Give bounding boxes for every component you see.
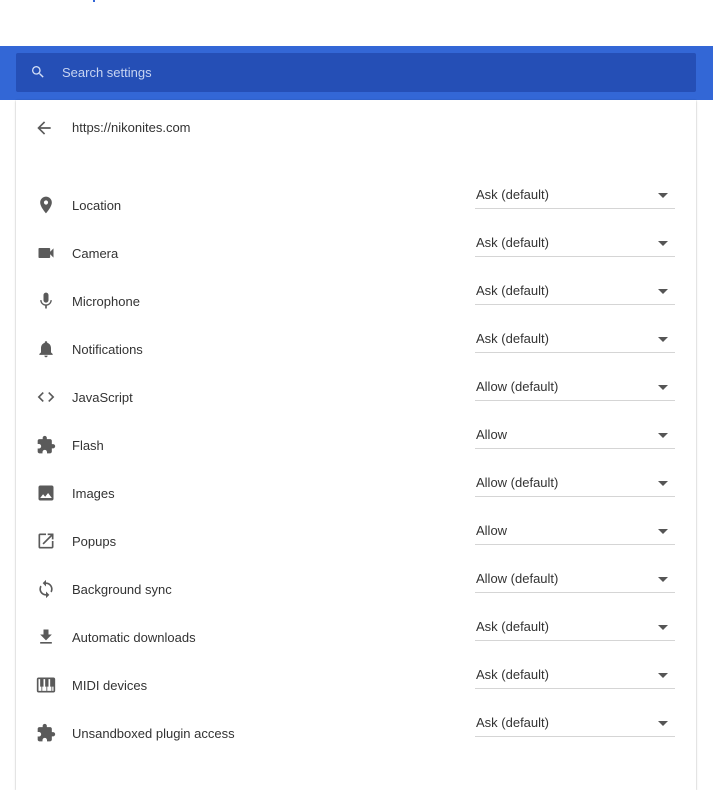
site-settings-card: https://nikonites.com Location Ask (defa… bbox=[16, 100, 696, 790]
permission-value: Allow (default) bbox=[476, 475, 559, 490]
search-icon bbox=[30, 64, 46, 80]
permission-label: Automatic downloads bbox=[72, 630, 196, 645]
permission-row-automatic-downloads: Automatic downloads Ask (default) bbox=[16, 614, 696, 662]
permission-row-images: Images Allow (default) bbox=[16, 470, 696, 518]
permission-select-unsandboxed-plugin-access[interactable]: Ask (default) bbox=[475, 712, 675, 737]
permission-select-javascript[interactable]: Allow (default) bbox=[475, 376, 675, 401]
permission-label: Location bbox=[72, 198, 122, 213]
puzzle-icon bbox=[36, 435, 56, 455]
permission-value: Ask (default) bbox=[476, 667, 549, 682]
permission-row-unsandboxed-plugin-access: Unsandboxed plugin access Ask (default) bbox=[16, 710, 696, 758]
open-in-new-icon bbox=[36, 531, 56, 551]
chevron-down-icon bbox=[658, 193, 668, 198]
top-link-fragment bbox=[93, 0, 95, 2]
puzzle-icon bbox=[36, 723, 56, 743]
piano-icon bbox=[36, 675, 56, 695]
chevron-down-icon bbox=[658, 529, 668, 534]
permission-row-popups: Popups Allow bbox=[16, 518, 696, 566]
permission-value: Allow bbox=[476, 523, 508, 538]
chevron-down-icon bbox=[658, 433, 668, 438]
chevron-down-icon bbox=[658, 289, 668, 294]
permission-label: Notifications bbox=[72, 342, 143, 357]
permission-value: Allow (default) bbox=[476, 379, 559, 394]
permission-select-microphone[interactable]: Ask (default) bbox=[475, 280, 675, 305]
permission-select-popups[interactable]: Allow bbox=[475, 520, 675, 545]
permission-row-javascript: JavaScript Allow (default) bbox=[16, 374, 696, 422]
code-icon bbox=[36, 387, 56, 407]
permission-label: Images bbox=[72, 486, 115, 501]
permission-row-background-sync: Background sync Allow (default) bbox=[16, 566, 696, 614]
permission-select-images[interactable]: Allow (default) bbox=[475, 472, 675, 497]
permission-select-location[interactable]: Ask (default) bbox=[475, 184, 675, 209]
permission-value: Allow bbox=[476, 427, 508, 442]
permission-label: Popups bbox=[72, 534, 117, 549]
chevron-down-icon bbox=[658, 577, 668, 582]
permission-label: MIDI devices bbox=[72, 678, 148, 693]
chevron-down-icon bbox=[658, 481, 668, 486]
permission-select-midi-devices[interactable]: Ask (default) bbox=[475, 664, 675, 689]
camera-icon bbox=[36, 243, 56, 263]
permission-value: Ask (default) bbox=[476, 283, 549, 298]
permission-value: Ask (default) bbox=[476, 187, 549, 202]
chevron-down-icon bbox=[658, 673, 668, 678]
chevron-down-icon bbox=[658, 241, 668, 246]
permission-value: Ask (default) bbox=[476, 331, 549, 346]
permission-label: Flash bbox=[72, 438, 104, 453]
search-bar[interactable] bbox=[16, 53, 696, 92]
permission-value: Ask (default) bbox=[476, 235, 549, 250]
site-url: https://nikonites.com bbox=[72, 120, 191, 135]
permission-select-automatic-downloads[interactable]: Ask (default) bbox=[475, 616, 675, 641]
chevron-down-icon bbox=[658, 721, 668, 726]
permission-select-background-sync[interactable]: Allow (default) bbox=[475, 568, 675, 593]
bell-icon bbox=[36, 339, 56, 359]
chevron-down-icon bbox=[658, 337, 668, 342]
image-icon bbox=[36, 483, 56, 503]
chevron-down-icon bbox=[658, 625, 668, 630]
download-icon bbox=[36, 627, 56, 647]
permission-row-notifications: Notifications Ask (default) bbox=[16, 326, 696, 374]
permission-label: Microphone bbox=[72, 294, 140, 309]
chevron-down-icon bbox=[658, 385, 668, 390]
permission-select-flash[interactable]: Allow bbox=[475, 424, 675, 449]
permission-label: Background sync bbox=[72, 582, 172, 597]
permission-value: Ask (default) bbox=[476, 715, 549, 730]
permission-label: Unsandboxed plugin access bbox=[72, 726, 235, 741]
permission-label: JavaScript bbox=[72, 390, 133, 405]
location-pin-icon bbox=[36, 195, 56, 215]
permission-select-notifications[interactable]: Ask (default) bbox=[475, 328, 675, 353]
permission-label: Camera bbox=[72, 246, 119, 261]
microphone-icon bbox=[36, 291, 56, 311]
search-input[interactable] bbox=[62, 53, 662, 92]
permission-value: Allow (default) bbox=[476, 571, 559, 586]
permission-value: Ask (default) bbox=[476, 619, 549, 634]
permission-row-midi-devices: MIDI devices Ask (default) bbox=[16, 662, 696, 710]
permission-row-flash: Flash Allow bbox=[16, 422, 696, 470]
back-arrow-icon[interactable] bbox=[34, 118, 54, 138]
permission-select-camera[interactable]: Ask (default) bbox=[475, 232, 675, 257]
permission-row-camera: Camera Ask (default) bbox=[16, 230, 696, 278]
sync-icon bbox=[36, 579, 56, 599]
permission-row-location: Location Ask (default) bbox=[16, 182, 696, 230]
permission-row-microphone: Microphone Ask (default) bbox=[16, 278, 696, 326]
